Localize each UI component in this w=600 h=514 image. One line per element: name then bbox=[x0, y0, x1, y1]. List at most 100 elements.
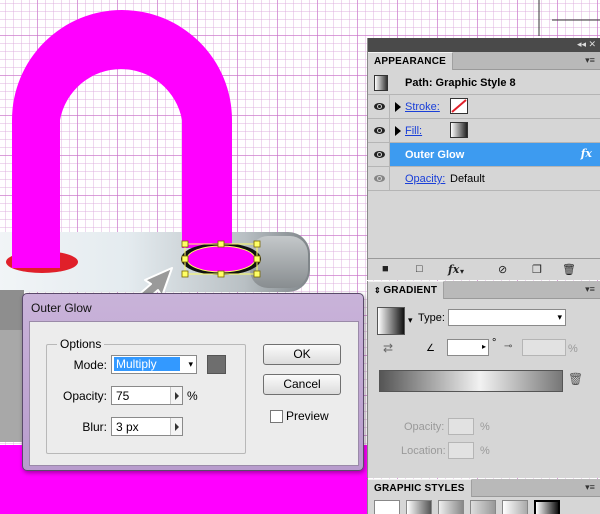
panel-menu-icon[interactable]: ▾≡ bbox=[584, 284, 596, 294]
opacity-value: Default bbox=[450, 173, 485, 185]
opacity-unit: % bbox=[187, 389, 198, 403]
delete-item-icon[interactable]: 🗑 bbox=[562, 263, 576, 276]
lock-body-front bbox=[0, 330, 24, 442]
appearance-panel: ◂◂ ✕ APPEARANCE ▾≡ Path: Graphic Style 8… bbox=[367, 38, 600, 280]
stroke-link[interactable]: Stroke: bbox=[405, 101, 440, 113]
selected-ellipse bbox=[186, 245, 256, 273]
ok-button[interactable]: OK bbox=[263, 344, 341, 365]
gradient-slider[interactable] bbox=[379, 370, 563, 392]
expand-triangle-icon[interactable] bbox=[395, 126, 401, 136]
visibility-eye-icon[interactable] bbox=[374, 127, 385, 134]
visibility-eye-icon[interactable] bbox=[374, 175, 385, 182]
style-thumbnail[interactable] bbox=[502, 500, 528, 514]
appearance-target-row[interactable]: Path: Graphic Style 8 bbox=[368, 71, 600, 95]
fx-icon[interactable]: fx bbox=[581, 147, 592, 160]
target-label: Path: Graphic Style 8 bbox=[405, 77, 516, 89]
tab-gradient[interactable]: ⇕ GRADIENT bbox=[368, 281, 445, 299]
style-thumbnail-default[interactable] bbox=[374, 500, 400, 514]
outer-glow-dialog: Outer Glow Options Mode: Multiply ▾ Opac… bbox=[22, 293, 364, 471]
appearance-header: APPEARANCE ▾≡ bbox=[368, 52, 600, 70]
fill-gradient-swatch[interactable] bbox=[450, 122, 468, 138]
angle-field[interactable]: ▸ bbox=[447, 339, 489, 356]
style-thumbnail[interactable] bbox=[470, 500, 496, 514]
dialog-body: Options Mode: Multiply ▾ Opacity: 75 % B… bbox=[29, 321, 359, 466]
appearance-footer: ■ □ fx ▾ ⊘ ❐ 🗑 bbox=[368, 258, 600, 280]
gradient-tab-arrow-icon: ⇕ bbox=[374, 286, 384, 295]
stepper-arrow-icon[interactable]: ▸ bbox=[482, 342, 486, 351]
chevron-down-icon: ▾ bbox=[188, 359, 193, 369]
appearance-row-outer-glow[interactable]: Outer Glow fx bbox=[368, 143, 600, 167]
opacity-link[interactable]: Opacity: bbox=[405, 173, 445, 185]
mode-label: Mode: bbox=[73, 358, 107, 372]
chevron-down-icon: ▾ bbox=[557, 312, 562, 322]
mode-select[interactable]: Multiply ▾ bbox=[111, 355, 197, 374]
delete-stop-icon[interactable]: 🗑 bbox=[568, 372, 583, 386]
gradient-header: ⇕ GRADIENT ▾≡ bbox=[368, 281, 600, 299]
opacity-label: Opacity: bbox=[404, 421, 445, 433]
appearance-row-opacity[interactable]: Opacity: Default bbox=[368, 167, 600, 191]
type-label: Type: bbox=[418, 312, 445, 324]
angle-unit: ° bbox=[492, 337, 497, 349]
graphic-styles-header: GRAPHIC STYLES ▾≡ bbox=[368, 479, 600, 497]
close-dock-icon[interactable]: ✕ bbox=[588, 39, 596, 50]
panel-menu-icon[interactable]: ▾≡ bbox=[584, 55, 596, 65]
tab-graphic-styles[interactable]: GRAPHIC STYLES bbox=[368, 479, 472, 497]
stepper-arrow-icon[interactable] bbox=[170, 387, 182, 404]
preview-checkbox[interactable] bbox=[270, 410, 283, 423]
fx-menu-icon[interactable]: fx bbox=[448, 263, 459, 276]
cancel-button[interactable]: Cancel bbox=[263, 374, 341, 395]
style-thumbnail[interactable] bbox=[438, 500, 464, 514]
fx-dropdown-icon[interactable]: ▾ bbox=[460, 267, 464, 276]
stop-opacity-field bbox=[448, 418, 474, 435]
fill-link[interactable]: Fill: bbox=[405, 125, 422, 137]
visibility-eye-icon[interactable] bbox=[374, 103, 385, 110]
expand-triangle-icon[interactable] bbox=[395, 102, 401, 112]
blur-label: Blur: bbox=[82, 420, 107, 434]
aspect-unit: % bbox=[568, 343, 578, 355]
style-thumbnail[interactable] bbox=[406, 500, 432, 514]
angle-icon: ∠ bbox=[426, 343, 435, 354]
opacity-field[interactable]: 75 bbox=[111, 386, 183, 405]
aspect-ratio-icon: ⊸ bbox=[504, 341, 513, 352]
opacity-value: 75 bbox=[116, 389, 130, 403]
options-legend: Options bbox=[57, 337, 105, 351]
target-thumbnail bbox=[374, 75, 388, 91]
panel-dock-bar: ◂◂ ✕ bbox=[368, 38, 600, 52]
duplicate-item-icon[interactable]: ❐ bbox=[532, 263, 542, 276]
aspect-ratio-field bbox=[522, 339, 566, 356]
clear-appearance-icon[interactable]: ⊘ bbox=[498, 263, 507, 276]
type-select[interactable]: ▾ bbox=[448, 309, 566, 326]
opacity-label: Opacity: bbox=[62, 389, 107, 403]
appearance-row-fill[interactable]: Fill: bbox=[368, 119, 600, 143]
style-thumbnail-selected[interactable] bbox=[534, 500, 560, 514]
gradient-preview-dropdown-icon[interactable]: ▾ bbox=[408, 315, 413, 326]
preview-label: Preview bbox=[286, 409, 329, 423]
graphic-styles-panel: GRAPHIC STYLES ▾≡ bbox=[367, 479, 600, 514]
shackle-shape bbox=[12, 10, 232, 263]
glow-color-swatch[interactable] bbox=[207, 355, 226, 374]
new-fill-icon[interactable]: □ bbox=[416, 263, 423, 275]
stroke-none-swatch[interactable] bbox=[450, 98, 468, 114]
blur-field[interactable]: 3 px bbox=[111, 417, 183, 436]
new-stroke-icon[interactable]: ■ bbox=[382, 263, 389, 275]
gradient-preview-swatch[interactable] bbox=[377, 307, 405, 335]
stepper-arrow-icon[interactable] bbox=[170, 418, 182, 435]
stop-location-field bbox=[448, 442, 474, 459]
location-label: Location: bbox=[401, 445, 446, 457]
opacity-unit: % bbox=[480, 421, 490, 433]
reverse-gradient-icon[interactable]: ⇄ bbox=[383, 341, 393, 355]
tab-appearance[interactable]: APPEARANCE bbox=[368, 52, 454, 70]
gradient-panel: ⇕ GRADIENT ▾≡ ▾ Type: ▾ ⇄ ∠ ▸ ° ⊸ % 🗑 Op… bbox=[367, 281, 600, 478]
collapse-panels-icon[interactable]: ◂◂ bbox=[577, 39, 586, 50]
outer-glow-link[interactable]: Outer Glow bbox=[405, 149, 464, 161]
dialog-title: Outer Glow bbox=[31, 301, 92, 315]
left-shackle-leg bbox=[12, 240, 60, 268]
visibility-eye-icon[interactable] bbox=[374, 151, 385, 158]
mode-value: Multiply bbox=[114, 357, 180, 371]
blur-value: 3 px bbox=[116, 420, 139, 434]
location-unit: % bbox=[480, 445, 490, 457]
appearance-row-stroke[interactable]: Stroke: bbox=[368, 95, 600, 119]
gradient-tab-label: GRADIENT bbox=[383, 285, 438, 296]
panel-menu-icon[interactable]: ▾≡ bbox=[584, 482, 596, 492]
options-group: Options Mode: Multiply ▾ Opacity: 75 % B… bbox=[46, 337, 246, 454]
